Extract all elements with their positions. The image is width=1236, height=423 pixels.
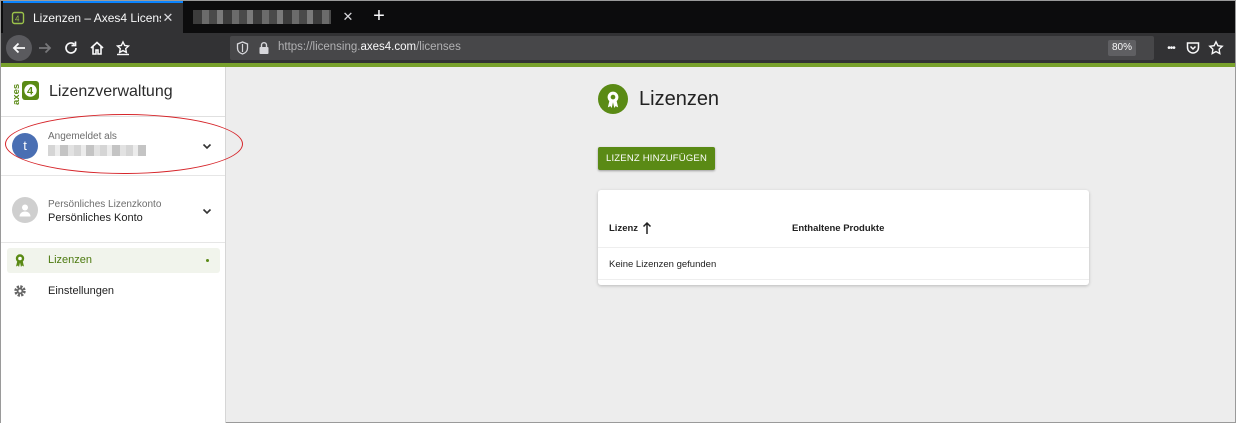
sidebar-item-label: Einstellungen <box>48 285 115 297</box>
svg-text:4: 4 <box>27 86 34 98</box>
active-indicator <box>206 259 209 262</box>
browser-tab-inactive[interactable]: ✕ <box>185 1 363 33</box>
chevron-down-icon[interactable] <box>200 139 214 153</box>
home-button[interactable] <box>85 36 109 60</box>
pocket-icon <box>1186 42 1200 54</box>
tab-close-icon[interactable]: ✕ <box>341 9 355 25</box>
star-icon <box>1208 40 1224 55</box>
reload-icon <box>65 41 77 54</box>
forward-button[interactable] <box>33 36 57 60</box>
back-button[interactable] <box>6 35 32 61</box>
gear-icon <box>14 285 26 297</box>
arrow-left-icon <box>12 42 25 54</box>
sort-ascending-icon[interactable] <box>642 221 652 235</box>
license-table: Lizenz Enthaltene Produkte Keine Lizenze… <box>598 190 1089 285</box>
logged-in-label: Angemeldet als <box>48 131 117 142</box>
account-label: Persönliches Lizenzkonto <box>48 199 162 210</box>
account-value: Persönliches Konto <box>48 212 143 224</box>
add-license-button[interactable]: LIZENZ HINZUFÜGEN <box>598 147 715 170</box>
bookmarks-button[interactable] <box>111 36 135 60</box>
svg-text:4: 4 <box>15 15 20 24</box>
reload-button[interactable] <box>59 36 83 60</box>
app-title: Lizenzverwaltung <box>49 83 173 100</box>
page-award-icon <box>598 84 628 114</box>
tab-title: Lizenzen – Axes4 License Server <box>33 11 161 25</box>
sidebar-item-lizenzen[interactable]: Lizenzen <box>7 248 220 273</box>
column-header-lizenz[interactable]: Lizenz <box>609 223 638 234</box>
new-tab-icon[interactable]: + <box>369 5 389 27</box>
svg-text:axes: axes <box>11 84 22 105</box>
bookmark-star-button[interactable] <box>1204 36 1228 60</box>
favicon-icon: 4 <box>11 11 25 25</box>
sidebar-item-einstellungen[interactable]: Einstellungen <box>7 279 220 304</box>
page-actions-menu-icon[interactable]: ••• <box>1159 36 1183 60</box>
sidebar-brand: axes 4 Lizenzverwaltung <box>1 67 225 117</box>
zoom-level-button[interactable]: 80% <box>1107 40 1136 56</box>
column-header-products[interactable]: Enthaltene Produkte <box>792 223 884 234</box>
pocket-button[interactable] <box>1181 36 1205 60</box>
header-divider <box>598 247 1089 248</box>
redacted-username <box>48 145 146 156</box>
tab-close-icon[interactable]: ✕ <box>161 10 175 26</box>
sidebar-item-label: Lizenzen <box>48 254 93 266</box>
star-folder-icon <box>115 40 131 56</box>
table-footer-divider <box>598 279 1089 280</box>
browser-tab-active[interactable]: 4 Lizenzen – Axes4 License Server ✕ <box>3 1 183 33</box>
redacted-tab-title <box>193 10 331 24</box>
user-avatar: t <box>12 133 38 159</box>
person-icon <box>19 204 31 217</box>
axes4-logo: axes 4 <box>10 76 40 106</box>
account-switcher[interactable]: Persönliches Lizenzkonto Persönliches Ko… <box>1 177 225 243</box>
home-icon <box>90 41 104 55</box>
account-avatar <box>12 197 38 223</box>
browser-tab-bar: 4 Lizenzen – Axes4 License Server ✕ ✕ + <box>1 1 1235 33</box>
empty-state-text: Keine Lizenzen gefunden <box>609 259 717 270</box>
address-bar[interactable]: https://licensing.axes4.com/licenses 80% <box>230 36 1154 60</box>
browser-nav-bar: https://licensing.axes4.com/licenses 80%… <box>1 33 1235 63</box>
user-switcher[interactable]: t Angemeldet als <box>1 118 225 176</box>
sidebar: axes 4 Lizenzverwaltung t Angemeldet als… <box>1 67 226 423</box>
award-icon <box>15 254 25 267</box>
arrow-right-icon <box>39 42 52 54</box>
url-text: https://licensing.axes4.com/licenses <box>278 41 461 53</box>
page-title: Lizenzen <box>639 88 720 110</box>
shield-icon <box>236 41 249 55</box>
chevron-down-icon[interactable] <box>200 204 214 218</box>
lock-icon <box>259 42 269 54</box>
